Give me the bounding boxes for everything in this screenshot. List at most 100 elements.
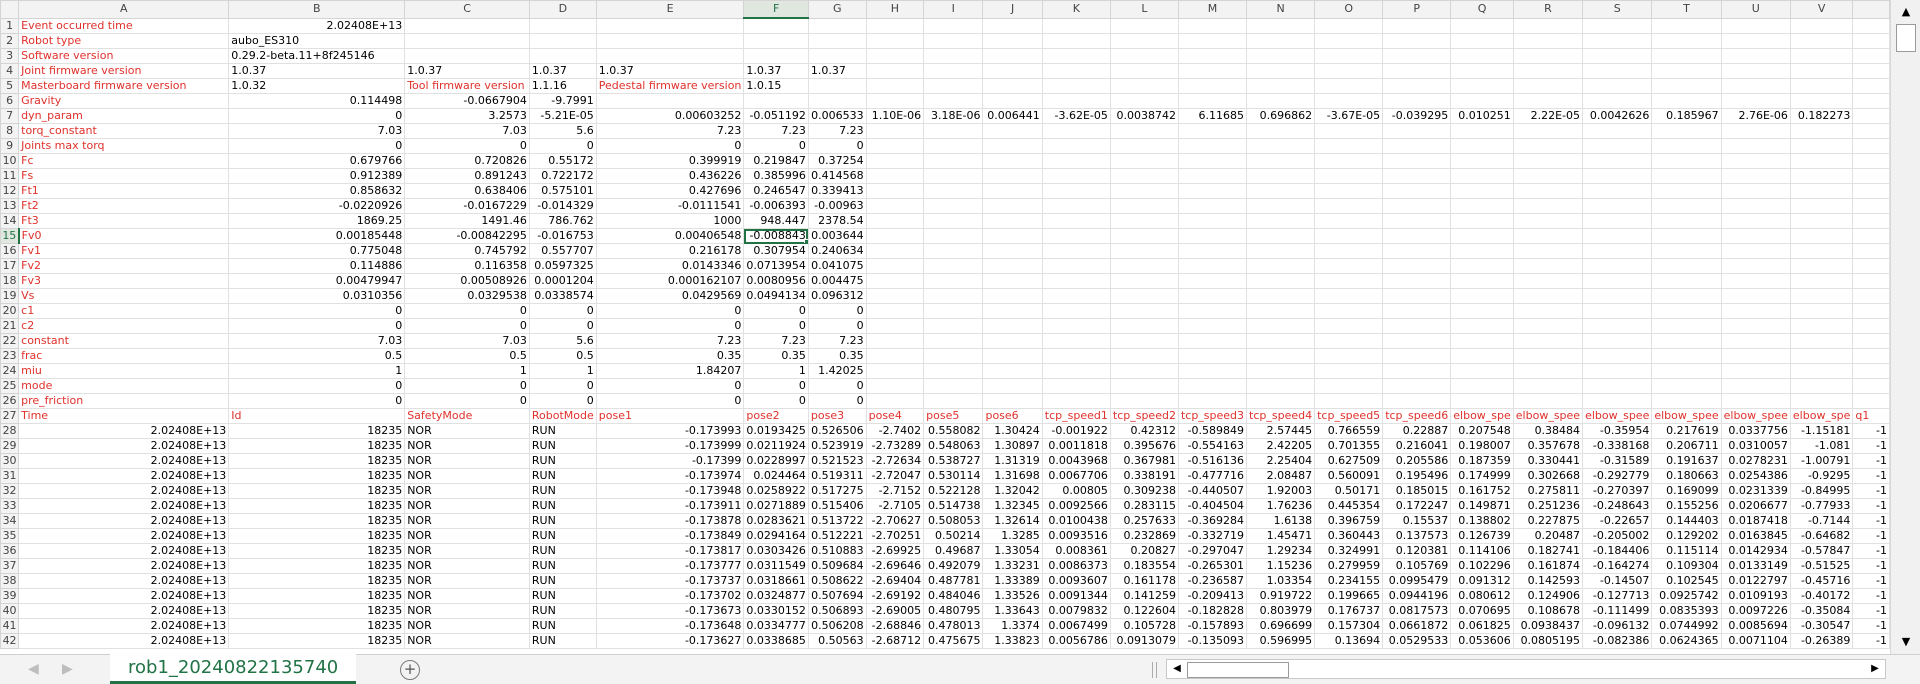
cell-d33[interactable]: RUN	[528, 498, 597, 514]
cell-a32[interactable]: 2.02408E+13	[18, 483, 230, 499]
cell-j20[interactable]	[982, 303, 1043, 319]
cell-a23[interactable]: frac	[18, 348, 230, 364]
cell-d37[interactable]: RUN	[528, 558, 597, 574]
cell-n15[interactable]	[1246, 228, 1316, 244]
cell-o17[interactable]	[1314, 258, 1384, 274]
cell-f5[interactable]: 1.0.15	[743, 78, 809, 94]
cell-w29[interactable]: -1	[1852, 438, 1890, 454]
cell-d35[interactable]: RUN	[528, 528, 597, 544]
cell-o23[interactable]	[1314, 348, 1384, 364]
cell-l41[interactable]: 0.105728	[1109, 618, 1179, 634]
cell-j26[interactable]	[982, 393, 1043, 409]
cell-d27[interactable]: RobotMode	[528, 408, 597, 424]
cell-v7[interactable]: 0.182273	[1789, 108, 1854, 124]
cell-i9[interactable]	[923, 138, 984, 154]
cell-d29[interactable]: RUN	[528, 438, 597, 454]
cell-u23[interactable]	[1720, 348, 1791, 364]
cell-l28[interactable]: 0.42312	[1109, 423, 1179, 439]
cell-c24[interactable]: 1	[404, 363, 530, 379]
cell-e27[interactable]: pose1	[595, 408, 745, 424]
cell-q21[interactable]	[1450, 318, 1514, 334]
cell-r41[interactable]: 0.0938437	[1512, 618, 1584, 634]
cell-p39[interactable]: 0.0944196	[1382, 588, 1452, 604]
cell-l8[interactable]	[1109, 123, 1179, 139]
cell-p32[interactable]: 0.185015	[1382, 483, 1452, 499]
cell-e15[interactable]: 0.00406548	[595, 228, 745, 244]
cell-d10[interactable]: 0.55172	[528, 153, 597, 169]
row-header[interactable]: 22	[0, 333, 20, 349]
cell-m30[interactable]: -0.516136	[1177, 453, 1248, 469]
cell-c37[interactable]: NOR	[404, 558, 530, 574]
cell-u21[interactable]	[1720, 318, 1791, 334]
cell-g5[interactable]	[807, 78, 867, 94]
cell-q29[interactable]: 0.198007	[1450, 438, 1514, 454]
cell-f8[interactable]: 7.23	[743, 123, 809, 139]
cell-q17[interactable]	[1450, 258, 1514, 274]
cell-j13[interactable]	[982, 198, 1043, 214]
cell-m13[interactable]	[1177, 198, 1248, 214]
cell-w14[interactable]	[1852, 213, 1890, 229]
row-header[interactable]: 2	[0, 33, 20, 49]
cell-a13[interactable]: Ft2	[18, 198, 230, 214]
cell-n10[interactable]	[1246, 153, 1316, 169]
cell-i42[interactable]: 0.475675	[923, 633, 984, 649]
cell-c34[interactable]: NOR	[404, 513, 530, 529]
cell-i40[interactable]: 0.480795	[923, 603, 984, 619]
cell-f7[interactable]: -0.051192	[743, 108, 809, 124]
cell-i10[interactable]	[923, 153, 984, 169]
cell-d18[interactable]: 0.0001204	[528, 273, 597, 289]
cell-d3[interactable]	[528, 48, 597, 64]
cell-u40[interactable]: 0.0097226	[1720, 603, 1791, 619]
cell-j5[interactable]	[982, 78, 1043, 94]
cell-c2[interactable]	[404, 33, 530, 49]
cell-a1[interactable]: Event occurred time	[18, 17, 230, 34]
cell-p19[interactable]	[1382, 288, 1452, 304]
cell-g38[interactable]: 0.508622	[807, 573, 867, 589]
cell-c42[interactable]: NOR	[404, 633, 530, 649]
cell-n34[interactable]: 1.6138	[1246, 513, 1316, 529]
cell-m36[interactable]: -0.297047	[1177, 543, 1248, 559]
cell-e40[interactable]: -0.173673	[595, 603, 745, 619]
cell-r28[interactable]: 0.38484	[1512, 423, 1584, 439]
vertical-scroll-thumb[interactable]	[1896, 24, 1916, 52]
cell-m22[interactable]	[1177, 333, 1248, 349]
cell-s28[interactable]: -0.35954	[1582, 423, 1653, 439]
cell-n8[interactable]	[1246, 123, 1316, 139]
cell-f37[interactable]: 0.0311549	[743, 558, 809, 574]
cell-k38[interactable]: 0.0093607	[1041, 573, 1111, 589]
cell-g28[interactable]: 0.526506	[807, 423, 867, 439]
cell-e31[interactable]: -0.173974	[595, 468, 745, 484]
cell-t32[interactable]: 0.169099	[1651, 483, 1722, 499]
cell-h19[interactable]	[865, 288, 925, 304]
cell-q31[interactable]: 0.174999	[1450, 468, 1514, 484]
row-header[interactable]: 40	[0, 603, 20, 619]
cell-v23[interactable]	[1789, 348, 1854, 364]
cell-k25[interactable]	[1041, 378, 1111, 394]
cell-q30[interactable]: 0.187359	[1450, 453, 1514, 469]
cell-d5[interactable]: 1.1.16	[528, 78, 597, 94]
cell-d40[interactable]: RUN	[528, 603, 597, 619]
cell-j11[interactable]	[982, 168, 1043, 184]
cell-i21[interactable]	[923, 318, 984, 334]
cell-a24[interactable]: miu	[18, 363, 230, 379]
cell-g20[interactable]: 0	[807, 303, 867, 319]
cell-k41[interactable]: 0.0067499	[1041, 618, 1111, 634]
cell-a10[interactable]: Fc	[18, 153, 230, 169]
cell-o20[interactable]	[1314, 303, 1384, 319]
cell-t11[interactable]	[1651, 168, 1722, 184]
cell-f33[interactable]: 0.0271889	[743, 498, 809, 514]
cell-i36[interactable]: 0.49687	[923, 543, 984, 559]
cell-s17[interactable]	[1582, 258, 1653, 274]
cell-m31[interactable]: -0.477716	[1177, 468, 1248, 484]
cell-e36[interactable]: -0.173817	[595, 543, 745, 559]
cell-j24[interactable]	[982, 363, 1043, 379]
cell-q1[interactable]	[1450, 17, 1514, 34]
cell-q9[interactable]	[1450, 138, 1514, 154]
cell-s13[interactable]	[1582, 198, 1653, 214]
cell-c12[interactable]: 0.638406	[404, 183, 530, 199]
cell-b22[interactable]: 7.03	[228, 333, 406, 349]
cell-d41[interactable]: RUN	[528, 618, 597, 634]
cell-b40[interactable]: 18235	[228, 603, 406, 619]
cell-e7[interactable]: 0.00603252	[595, 108, 745, 124]
cell-b18[interactable]: 0.00479947	[228, 273, 406, 289]
